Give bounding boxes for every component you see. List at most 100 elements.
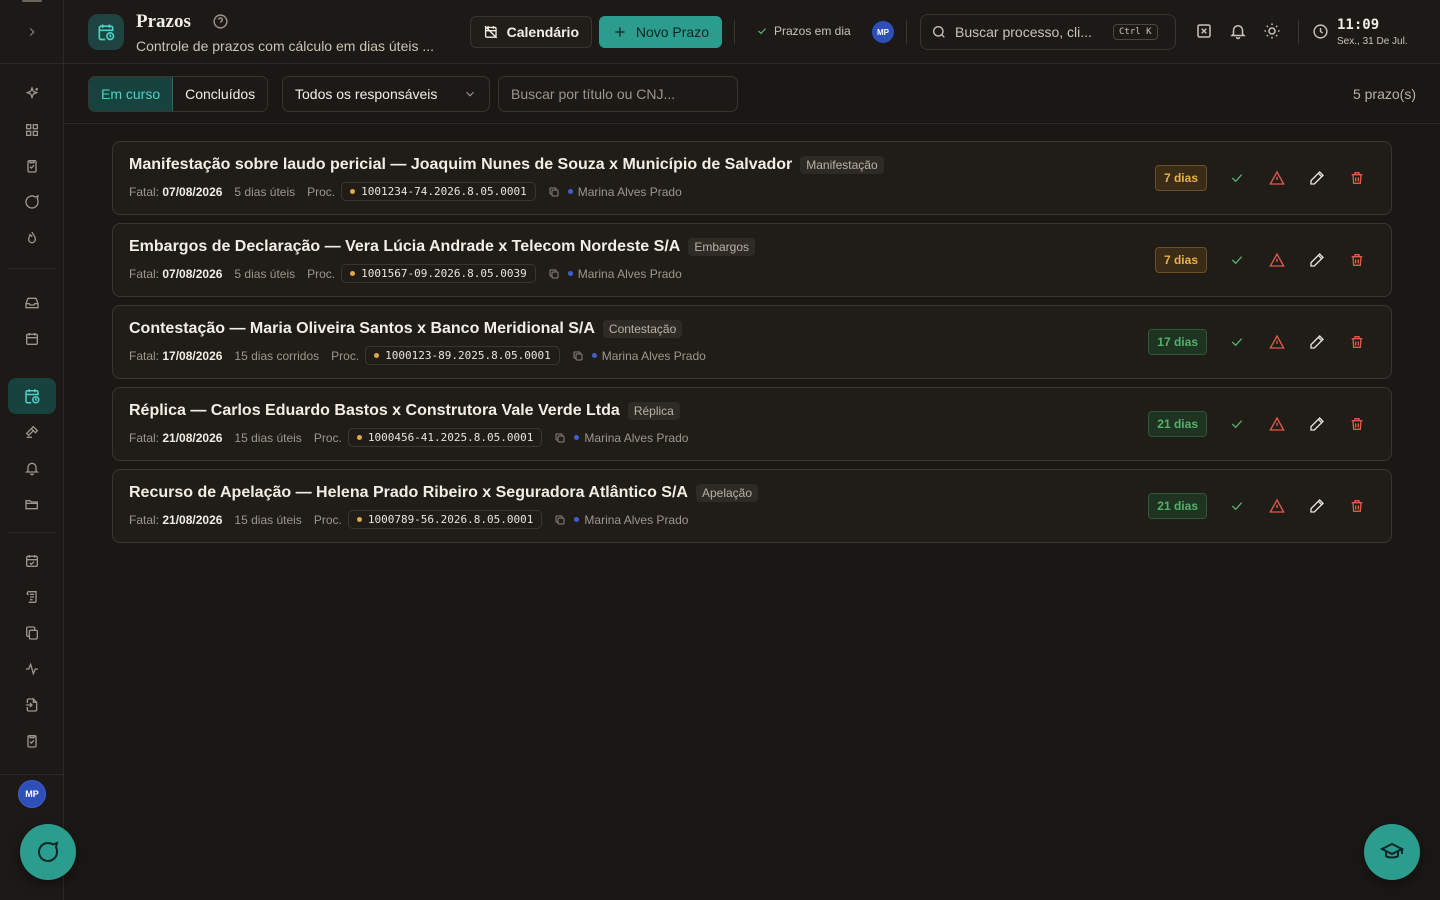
global-search[interactable]: Ctrl K [920,14,1176,50]
search-shortcut: Ctrl K [1113,24,1158,40]
delete-button[interactable] [1347,496,1367,516]
sidebar-expand-button[interactable] [20,20,44,44]
new-deadline-button[interactable]: Novo Prazo [599,16,722,48]
message-circle-icon [25,194,39,209]
complete-button[interactable] [1227,168,1247,188]
user-avatar[interactable]: MP [18,780,46,808]
responsible: Marina Alves Prado [574,431,688,445]
global-search-input[interactable] [955,24,1105,40]
gavel-icon [25,425,39,438]
sidebar-item-messages[interactable] [14,187,50,217]
complete-button[interactable] [1227,250,1247,270]
delete-button[interactable] [1347,414,1367,434]
tab-in-progress[interactable]: Em curso [89,77,174,111]
process-number-text: 1001567-09.2026.8.05.0039 [361,267,527,280]
deadline-card[interactable]: Réplica — Carlos Eduardo Bastos x Constr… [112,387,1392,461]
complete-button[interactable] [1227,496,1247,516]
delete-button[interactable] [1347,168,1367,188]
sidebar-item-checklist[interactable] [14,726,50,756]
sidebar-item-schedule[interactable] [14,546,50,576]
new-deadline-label: Novo Prazo [635,24,709,40]
deadline-term: 5 dias úteis [234,266,296,281]
trash-icon [1351,336,1363,348]
deadline-type-tag: Apelação [695,484,759,502]
complete-button[interactable] [1227,414,1247,434]
sidebar-item-activity[interactable] [14,654,50,684]
bell-icon[interactable] [1229,22,1247,40]
edit-button[interactable] [1307,250,1327,270]
sidebar-item-calendar[interactable] [14,324,50,354]
edit-button[interactable] [1307,414,1327,434]
sidebar-item-folders[interactable] [14,489,50,519]
copy-icon[interactable] [548,186,560,198]
responsible-name: Marina Alves Prado [584,512,689,527]
responsible-dot [574,435,580,440]
calendar-button[interactable]: Calendário [470,16,592,48]
close-square-icon[interactable] [1195,22,1213,40]
sidebar-item-deadlines[interactable] [8,378,56,414]
sidebar-item-ai[interactable] [14,79,50,109]
alert-button[interactable] [1267,414,1287,434]
sidebar-item-tasks[interactable] [14,151,50,181]
deadline-card[interactable]: Contestação — Maria Oliveira Santos x Ba… [112,305,1392,379]
edit-button[interactable] [1307,168,1327,188]
calendar-button-label: Calendário [506,24,579,40]
copy-icon[interactable] [572,350,584,362]
responsible-dot [567,189,573,194]
header-avatar[interactable]: MP [872,21,894,43]
pencil-icon [1310,499,1324,513]
process-number: 1001234-74.2026.8.05.0001 [341,182,536,201]
sidebar-item-hot[interactable] [14,223,50,253]
alert-button[interactable] [1267,496,1287,516]
sidebar-item-hearings[interactable] [14,417,50,447]
sidebar-item-copies[interactable] [14,618,50,648]
complete-button[interactable] [1227,332,1247,352]
deadline-term: 15 dias corridos [234,348,320,363]
alert-button[interactable] [1267,332,1287,352]
title-cnj-search-input[interactable] [498,76,738,112]
edit-button[interactable] [1307,332,1327,352]
deadline-card[interactable]: Embargos de Declaração — Vera Lúcia Andr… [112,223,1392,297]
responsible-name: Marina Alves Prado [577,266,682,281]
deadline-type-tag: Embargos [688,238,756,256]
responsible-select[interactable]: Todos os responsáveis [282,76,490,112]
delete-button[interactable] [1347,250,1367,270]
responsible: Marina Alves Prado [574,513,688,527]
deadline-status: Prazos em dia [756,24,851,38]
edit-button[interactable] [1307,496,1327,516]
fatal-date: Fatal: 21/08/2026 [129,512,223,527]
bell-icon [25,462,39,476]
alert-button[interactable] [1267,168,1287,188]
copy-icon[interactable] [554,432,566,444]
sidebar-item-import[interactable] [14,690,50,720]
sidebar-item-dashboard[interactable] [14,115,50,145]
delete-button[interactable] [1347,332,1367,352]
deadline-card[interactable]: Recurso de Apelação — Helena Prado Ribei… [112,469,1392,543]
chevron-down-icon [466,91,474,97]
sidebar-item-notifications[interactable] [14,453,50,483]
process-label: Proc. [307,184,336,199]
sidebar-item-inbox[interactable] [14,288,50,318]
deadline-card[interactable]: Manifestação sobre laudo pericial — Joaq… [112,141,1392,215]
tab-completed[interactable]: Concluídos [173,77,268,111]
fatal-date: Fatal: 17/08/2026 [129,348,223,363]
process-label: Proc. [331,348,360,363]
clock-time: 11:09 [1337,17,1380,33]
chevron-right-icon [29,28,35,36]
grid-icon [25,124,38,136]
copy-icon[interactable] [554,514,566,526]
clock-icon [1312,23,1329,40]
sun-icon[interactable] [1263,22,1281,40]
header-divider [734,20,735,44]
tutorial-fab-button[interactable] [1364,824,1420,880]
check-icon [1231,420,1243,429]
copy-icon[interactable] [548,268,560,280]
help-circle-icon[interactable] [212,13,229,30]
sidebar-item-documents[interactable] [14,582,50,612]
alert-button[interactable] [1267,250,1287,270]
fatal-label: Fatal: [129,512,160,527]
clipboard-check-icon [27,735,37,748]
chat-fab-button[interactable] [20,824,76,880]
alert-triangle-icon [1269,416,1285,431]
clock-date: Sex., 31 De Jul. [1337,36,1408,47]
